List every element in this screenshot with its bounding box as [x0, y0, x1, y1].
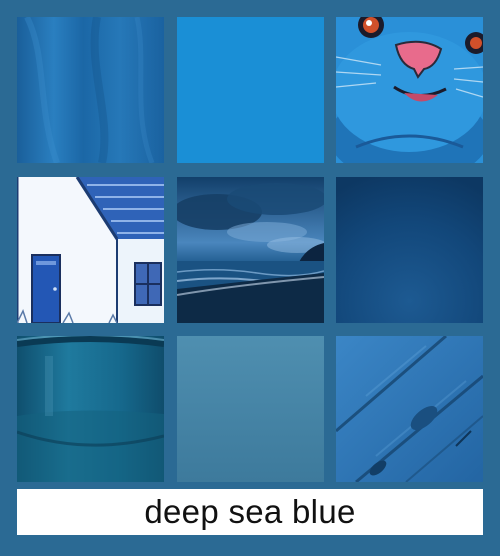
wooden-plank-tile [336, 336, 483, 482]
solid-azure-tile [177, 17, 324, 163]
muted-steel-tile [177, 336, 324, 482]
ceramic-mug-tile [17, 336, 164, 482]
fabric-tile [17, 17, 164, 163]
caption-text: deep sea blue [144, 493, 356, 530]
caption-banner: deep sea blue [17, 489, 483, 535]
blue-cat-tile [336, 17, 483, 163]
moodboard: deep sea blue [0, 0, 500, 556]
dark-gradient-tile [336, 177, 483, 323]
night-seascape-tile [177, 177, 324, 323]
white-cottage-tile [17, 177, 164, 323]
